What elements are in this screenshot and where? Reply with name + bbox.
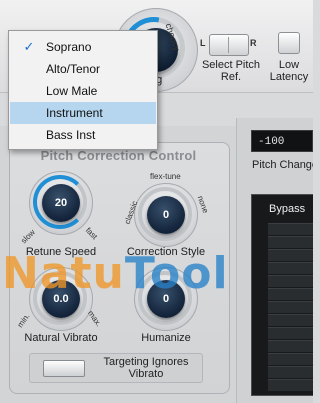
low-latency-label: Low Latency <box>269 59 309 83</box>
pitch-change-readout: -100 <box>251 130 313 152</box>
retune-speed-label: Retune Speed <box>25 246 97 258</box>
meter-segment <box>268 262 313 274</box>
bypass-label[interactable]: Bypass <box>252 203 313 215</box>
correction-style-label: Correction Style <box>126 246 206 258</box>
meter-segment <box>268 379 313 391</box>
pitch-ref-switch[interactable]: L R <box>200 34 270 56</box>
meter-segment <box>268 366 313 378</box>
meter-segment <box>268 301 313 313</box>
dropdown-item-label: Instrument <box>46 106 103 120</box>
check-icon: ✓ <box>23 39 35 54</box>
dropdown-item-label: Low Male <box>46 84 98 98</box>
meter-segment <box>268 275 313 287</box>
pitch-meter: Bypass <box>251 194 313 396</box>
correction-style-top: flex-tune <box>150 172 181 181</box>
targeting-label: Targeting Ignores Vibrato <box>103 356 189 380</box>
dropdown-item-soprano[interactable]: ✓ Soprano <box>10 36 156 58</box>
plugin-window: choosy ng L R Select Pitch Ref. Low Late… <box>0 0 313 403</box>
meter-segment <box>268 236 313 248</box>
targeting-button[interactable] <box>43 360 85 377</box>
meter-segment <box>268 249 313 261</box>
dropdown-item-bass-inst[interactable]: Bass Inst <box>10 124 156 146</box>
meter-segment <box>268 327 313 339</box>
meter-segment <box>268 340 313 352</box>
dropdown-item-alto-tenor[interactable]: Alto/Tenor <box>10 58 156 80</box>
meter-segment <box>268 288 313 300</box>
humanize-label: Humanize <box>141 332 191 344</box>
dropdown-item-low-male[interactable]: Low Male <box>10 80 156 102</box>
humanize-knob[interactable]: 0 <box>134 267 198 331</box>
select-pitch-ref-label: Select Pitch Ref. <box>201 59 261 83</box>
natural-vibrato-knob[interactable]: 0.0 <box>29 267 93 331</box>
dropdown-item-label: Bass Inst <box>46 128 96 142</box>
meter-segment <box>268 353 313 365</box>
correction-style-knob[interactable]: 0 <box>134 183 198 247</box>
dropdown-item-label: Soprano <box>46 40 92 54</box>
natural-vibrato-label: Natural Vibrato <box>24 332 98 344</box>
correction-style-value: 0 <box>147 196 185 234</box>
meter-segment <box>268 223 313 235</box>
humanize-value: 0 <box>147 280 185 318</box>
retune-speed-value: 20 <box>42 184 80 222</box>
low-latency-button[interactable] <box>278 32 300 54</box>
switch-left-label: L <box>200 38 206 48</box>
pitch-change-label: Pitch Change <box>252 159 313 171</box>
meter-segment <box>268 314 313 326</box>
natural-vibrato-value: 0.0 <box>42 280 80 318</box>
dropdown-item-instrument[interactable]: Instrument <box>10 102 156 124</box>
dropdown-item-label: Alto/Tenor <box>46 62 101 76</box>
targeting-group: Targeting Ignores Vibrato <box>29 353 203 383</box>
voice-type-dropdown: ✓ Soprano Alto/Tenor Low Male Instrument… <box>8 30 158 150</box>
switch-body[interactable] <box>209 34 249 56</box>
pitch-correction-title: Pitch Correction Control <box>40 148 197 163</box>
retune-speed-knob[interactable]: 20 <box>29 171 93 235</box>
switch-right-label: R <box>250 38 257 48</box>
